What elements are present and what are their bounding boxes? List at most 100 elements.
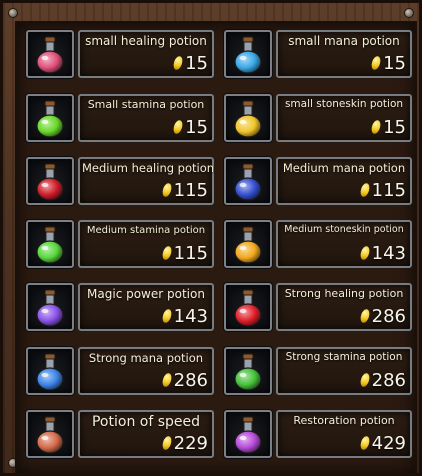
potion-price: 15: [172, 117, 208, 138]
potion-icon-slot[interactable]: [224, 410, 272, 458]
gold-coin-icon: [172, 119, 185, 135]
potion-name: Medium stamina potion: [86, 225, 206, 236]
gold-coin-icon: [160, 182, 173, 198]
potion-info-box: Strong stamina potion 286: [276, 347, 412, 395]
potion-item[interactable]: Strong stamina potion 286: [224, 347, 412, 397]
potion-name: small stoneskin potion: [284, 98, 404, 110]
potion-price: 286: [160, 370, 208, 391]
potion-icon-slot[interactable]: [26, 157, 74, 205]
potion-name: small healing potion: [85, 34, 207, 48]
price-value: 115: [371, 180, 406, 201]
medium-red-flask-icon: [36, 163, 64, 201]
medium-green-flask-icon: [36, 226, 64, 264]
potion-icon-slot[interactable]: [224, 157, 272, 205]
potion-info-box: Small stamina potion 15: [78, 94, 214, 142]
purple-crystal-flask-icon: [36, 289, 64, 327]
small-green-flask-icon: [36, 100, 64, 138]
potion-price: 115: [160, 180, 208, 201]
violet-gem-flask-icon: [234, 416, 262, 454]
potion-name: Potion of speed: [91, 414, 200, 430]
potion-info-box: small healing potion 15: [78, 30, 214, 78]
potion-item[interactable]: small stoneskin potion 15: [224, 94, 412, 144]
potion-icon-slot[interactable]: [224, 283, 272, 331]
large-blue-flask-icon: [36, 353, 64, 391]
potion-item[interactable]: Strong healing potion 286: [224, 283, 412, 333]
gold-coin-icon: [370, 119, 383, 135]
potion-info-box: Potion of speed 229: [78, 410, 214, 458]
small-red-flask-icon: [36, 36, 64, 74]
potion-name: Medium mana potion: [282, 161, 406, 175]
potion-info-box: Magic power potion 143: [78, 283, 214, 331]
gold-coin-icon: [160, 372, 173, 388]
potion-info-box: Medium stamina potion 115: [78, 220, 214, 268]
potion-price: 15: [172, 53, 208, 74]
gold-coin-icon: [160, 435, 173, 451]
potion-price: 15: [370, 117, 406, 138]
potion-price: 15: [370, 53, 406, 74]
potion-item[interactable]: small mana potion 15: [224, 30, 412, 80]
potion-item[interactable]: Medium mana potion 115: [224, 157, 412, 207]
potion-name: Restoration potion: [293, 414, 395, 427]
price-value: 15: [383, 53, 406, 74]
potion-icon-slot[interactable]: [224, 220, 272, 268]
gold-coin-icon: [358, 245, 371, 261]
potion-shop-panel: small healing potion 15 small mana potion 1…: [15, 21, 417, 475]
potion-info-box: Medium mana potion 115: [276, 157, 412, 205]
potion-price: 143: [358, 243, 406, 264]
potion-item[interactable]: small healing potion 15: [26, 30, 214, 80]
potion-icon-slot[interactable]: [26, 220, 74, 268]
potion-price: 229: [160, 433, 208, 454]
potion-item[interactable]: Small stamina potion 15: [26, 94, 214, 144]
potion-icon-slot[interactable]: [224, 94, 272, 142]
potion-name: small mana potion: [288, 34, 400, 48]
potion-info-box: small mana potion 15: [276, 30, 412, 78]
gold-coin-icon: [370, 55, 383, 71]
price-value: 15: [383, 117, 406, 138]
potion-name: Strong stamina potion: [285, 351, 403, 363]
potion-item[interactable]: Medium healing potion 115: [26, 157, 214, 207]
potion-price: 286: [358, 306, 406, 327]
potion-item[interactable]: Potion of speed 229: [26, 410, 214, 460]
potion-icon-slot[interactable]: [26, 283, 74, 331]
price-value: 286: [371, 306, 406, 327]
potion-icon-slot[interactable]: [26, 94, 74, 142]
potion-info-box: Strong mana potion 286: [78, 347, 214, 395]
potion-name: Magic power potion: [87, 287, 205, 301]
potion-icon-slot[interactable]: [26, 30, 74, 78]
medium-yellow-flask-icon: [234, 226, 262, 264]
potion-price: 115: [160, 243, 208, 264]
price-value: 15: [185, 117, 208, 138]
potion-item[interactable]: Strong mana potion 286: [26, 347, 214, 397]
potion-info-box: Restoration potion 429: [276, 410, 412, 458]
gold-coin-icon: [160, 308, 173, 324]
potion-icon-slot[interactable]: [224, 30, 272, 78]
gold-coin-icon: [358, 435, 371, 451]
potion-name: Strong healing potion: [284, 287, 404, 300]
potion-name: Strong mana potion: [88, 351, 204, 365]
potion-item[interactable]: Magic power potion 143: [26, 283, 214, 333]
price-value: 286: [371, 370, 406, 391]
orange-bottle-icon: [36, 416, 64, 454]
price-value: 143: [371, 243, 406, 264]
potion-name: Small stamina potion: [87, 98, 205, 111]
potion-icon-slot[interactable]: [224, 347, 272, 395]
price-value: 229: [173, 433, 208, 454]
potion-name: Medium healing potion: [82, 161, 215, 175]
potion-icon-slot[interactable]: [26, 410, 74, 458]
potion-icon-slot[interactable]: [26, 347, 74, 395]
rivet-icon: [404, 8, 414, 18]
potion-item[interactable]: Medium stamina potion 115: [26, 220, 214, 270]
potion-item[interactable]: Medium stoneskin potion 143: [224, 220, 412, 270]
potion-price: 143: [160, 306, 208, 327]
gold-coin-icon: [160, 245, 173, 261]
gold-coin-icon: [358, 372, 371, 388]
potion-info-box: small stoneskin potion 15: [276, 94, 412, 142]
potion-item[interactable]: Restoration potion 429: [224, 410, 412, 460]
gold-coin-icon: [358, 182, 371, 198]
potion-price: 286: [358, 370, 406, 391]
potion-info-box: Strong healing potion 286: [276, 283, 412, 331]
shop-frame: small healing potion 15 small mana potion 1…: [0, 0, 422, 476]
potion-price: 115: [358, 180, 406, 201]
tall-green-flask-icon: [234, 353, 262, 391]
price-value: 115: [173, 180, 208, 201]
